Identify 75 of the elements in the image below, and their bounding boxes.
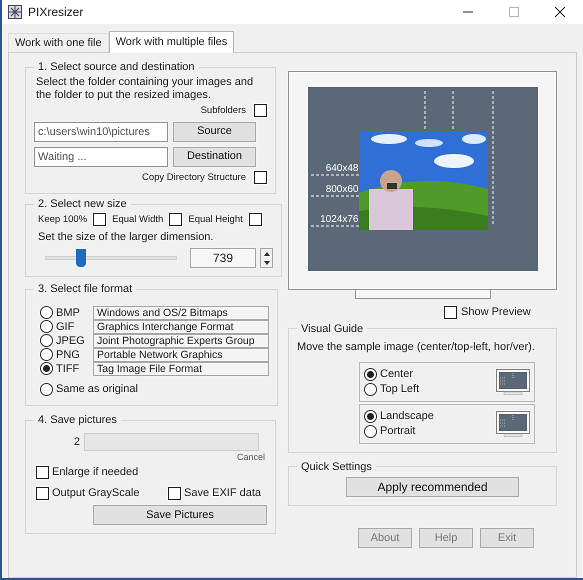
show-preview-label: Show Preview — [461, 305, 531, 320]
group-title: 2. Select new size — [37, 197, 128, 212]
option-label: Landscape — [380, 408, 434, 424]
format-description: Tag Image File Format — [93, 362, 269, 376]
option-label: Top Left — [380, 382, 420, 397]
instruction-text: Move the sample image (center/top-left, hor/ver). — [297, 340, 536, 355]
destination-field[interactable]: Waiting ... — [34, 146, 168, 167]
option-label: Enlarge if needed — [52, 465, 138, 480]
group-title: Visual Guide — [300, 322, 364, 336]
radio-button[interactable] — [40, 306, 53, 320]
option-label: Equal Width — [112, 212, 164, 226]
checkbox[interactable] — [444, 306, 457, 319]
destination-button[interactable]: Destination — [173, 146, 256, 167]
tab[interactable]: Work with one file — [8, 33, 109, 52]
size-label: 1024x76 — [320, 215, 358, 225]
subfolders-label: Subfolders — [200, 104, 246, 118]
group-title: 1. Select source and destination — [37, 60, 196, 75]
size-label: 640x48 — [326, 164, 358, 174]
save-pictures-button[interactable]: Save Pictures — [93, 505, 267, 526]
option-label: Equal Height — [188, 212, 243, 226]
tab[interactable]: Work with multiple files — [108, 31, 234, 53]
instruction-text: Set the size of the larger dimension. — [37, 230, 214, 245]
group-title: Quick Settings — [300, 460, 373, 474]
checkbox[interactable] — [254, 104, 267, 118]
radio-button[interactable] — [364, 382, 377, 396]
radio-button[interactable] — [364, 424, 377, 438]
source-button[interactable]: Source — [173, 122, 256, 142]
format-description: Graphics Interchange Format — [93, 320, 269, 334]
monitor-icon — [496, 368, 530, 394]
spin-buttons[interactable] — [260, 248, 273, 268]
option-label: Portrait — [380, 424, 416, 439]
group-title: 4. Save pictures — [37, 413, 118, 428]
format-label: TIFF — [55, 362, 80, 376]
close-icon[interactable] — [555, 7, 565, 17]
group-title: 3. Select file format — [37, 282, 134, 298]
size-value-field[interactable]: 739 — [190, 248, 256, 268]
radio-button[interactable] — [40, 320, 53, 334]
format-label: BMP — [55, 306, 81, 320]
format-label: GIF — [55, 320, 76, 334]
option-label: Output GrayScale — [52, 486, 140, 501]
checkbox[interactable] — [36, 466, 49, 479]
checkbox[interactable] — [254, 171, 267, 184]
slider-thumb[interactable] — [76, 249, 86, 268]
source-field[interactable]: c:\users\win10\pictures — [34, 122, 168, 142]
same-as-original-label: Same as original — [55, 382, 138, 397]
format-description: Joint Photographic Experts Group — [93, 334, 269, 348]
copy-structure-label: Copy Directory Structure — [142, 170, 246, 185]
file-count: 2 — [72, 435, 81, 450]
checkbox[interactable] — [93, 213, 106, 226]
radio-button[interactable] — [364, 368, 377, 380]
instruction-text: Select the folder containing your images and the folder to put the resized images. — [35, 76, 254, 102]
monitor-icon — [496, 410, 530, 436]
up-arrow-icon[interactable] — [264, 252, 270, 256]
checkbox[interactable] — [168, 486, 181, 500]
radio-button[interactable] — [40, 382, 53, 396]
format-description: Portable Network Graphics — [93, 348, 269, 362]
checkbox[interactable] — [248, 213, 262, 226]
radio-button[interactable] — [40, 348, 53, 362]
format-label: PNG — [55, 348, 81, 362]
option-label: Save EXIF data — [184, 486, 262, 501]
format-label: JPEG — [55, 334, 86, 348]
window-title: PIXresizer — [28, 4, 84, 21]
down-arrow-icon[interactable] — [264, 260, 270, 265]
cancel-link[interactable]: Cancel — [236, 450, 265, 464]
radio-button[interactable] — [40, 334, 53, 348]
radio-button[interactable] — [40, 362, 53, 376]
apply-recommended-button[interactable]: Apply recommended — [346, 477, 519, 497]
radio-button[interactable] — [364, 410, 377, 422]
checkbox[interactable] — [36, 486, 49, 500]
size-label: 800x60 — [326, 185, 358, 195]
checkbox[interactable] — [169, 213, 182, 226]
option-label: Keep 100% — [38, 212, 88, 226]
app-icon — [8, 5, 22, 19]
format-description: Windows and OS/2 Bitmaps — [93, 306, 269, 320]
option-label: Center — [380, 366, 414, 382]
